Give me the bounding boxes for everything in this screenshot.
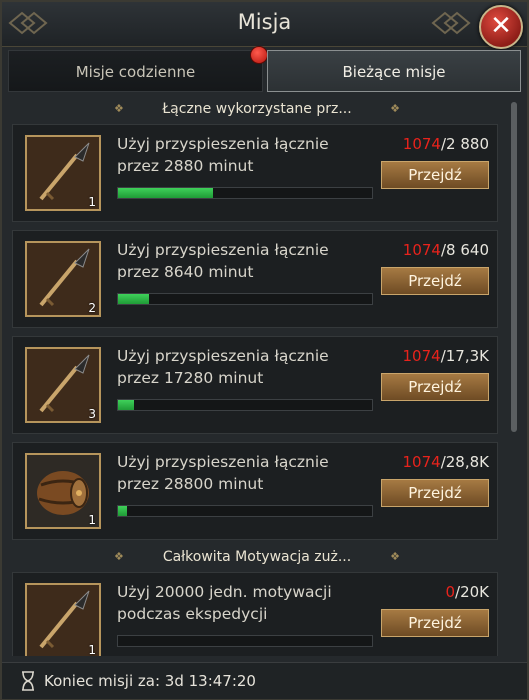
tab-current-missions[interactable]: Bieżące misje — [267, 50, 521, 92]
mission-description: Użyj przyspieszenia łącznie przez 2880 m… — [117, 135, 329, 175]
close-button[interactable]: ✕ — [479, 5, 523, 49]
section-header: Całkowita Motywacja zuż... — [104, 546, 410, 568]
item-quantity: 1 — [88, 195, 96, 209]
progress-fill — [118, 400, 134, 410]
progress-bar — [117, 399, 373, 411]
mission-card: 1 Użyj przyspieszenia łącznie przez 2880… — [12, 124, 498, 222]
go-button[interactable]: Przejdź — [381, 161, 489, 189]
progress-fill — [118, 188, 213, 198]
scrollbar-thumb[interactable] — [511, 102, 517, 432]
go-button[interactable]: Przejdź — [381, 373, 489, 401]
progress-bar — [117, 635, 373, 647]
mission-card: 3 Użyj przyspieszenia łącznie przez 1728… — [12, 336, 498, 434]
reward-item[interactable]: 2 — [25, 241, 101, 317]
progress-bar — [117, 505, 373, 517]
mission-card: 2 Użyj przyspieszenia łącznie przez 8640… — [12, 230, 498, 328]
progress-fill — [118, 506, 128, 516]
mission-description: Użyj przyspieszenia łącznie przez 8640 m… — [117, 241, 329, 281]
item-quantity: 2 — [88, 301, 96, 315]
progress-count: 1074/8 640 — [402, 241, 489, 259]
item-quantity: 1 — [88, 643, 96, 656]
close-icon: ✕ — [490, 11, 512, 41]
progress-count: 1074/28,8K — [402, 453, 490, 471]
hourglass-icon — [22, 671, 34, 691]
mission-description: Użyj przyspieszenia łącznie przez 28800 … — [117, 453, 329, 493]
mission-timer: Koniec misji za: 3d 13:47:20 — [44, 672, 256, 690]
go-button[interactable]: Przejdź — [381, 609, 489, 637]
progress-count: 1074/17,3K — [402, 347, 490, 365]
tab-bar: Misje codzienne Bieżące misje — [8, 46, 521, 94]
mission-window: Misja ✕ Misje codzienne Bieżące misje Łą… — [0, 0, 529, 700]
reward-item[interactable]: 3 — [25, 347, 101, 423]
progress-fill — [118, 294, 150, 304]
tab-daily-missions[interactable]: Misje codzienne — [8, 50, 263, 92]
item-quantity: 1 — [88, 513, 96, 527]
mission-card: 1 Użyj 20000 jedn. motywacji podczas eks… — [12, 572, 498, 656]
progress-bar — [117, 293, 373, 305]
reward-item[interactable]: 1 — [25, 135, 101, 211]
item-quantity: 3 — [88, 407, 96, 421]
ornament-icon — [431, 11, 471, 35]
reward-item[interactable]: 1 — [25, 583, 101, 656]
mission-list[interactable]: Łączne wykorzystane prz... 1 Użyj przysp… — [8, 96, 506, 656]
progress-count: 0/20K — [445, 583, 489, 601]
go-button[interactable]: Przejdź — [381, 479, 489, 507]
progress-bar — [117, 187, 373, 199]
mission-card: 1 Użyj przyspieszenia łącznie przez 2880… — [12, 442, 498, 540]
notification-dot — [250, 46, 268, 64]
progress-count: 1074/2 880 — [402, 135, 489, 153]
scrollbar[interactable] — [511, 102, 517, 432]
go-button[interactable]: Przejdź — [381, 267, 489, 295]
section-header: Łączne wykorzystane prz... — [104, 98, 410, 120]
title-bar: Misja ✕ — [2, 2, 527, 49]
mission-description: Użyj przyspieszenia łącznie przez 17280 … — [117, 347, 329, 387]
reward-item[interactable]: 1 — [25, 453, 101, 529]
footer-bar: Koniec misji za: 3d 13:47:20 — [2, 662, 527, 699]
mission-description: Użyj 20000 jedn. motywacji podczas ekspe… — [117, 583, 332, 623]
